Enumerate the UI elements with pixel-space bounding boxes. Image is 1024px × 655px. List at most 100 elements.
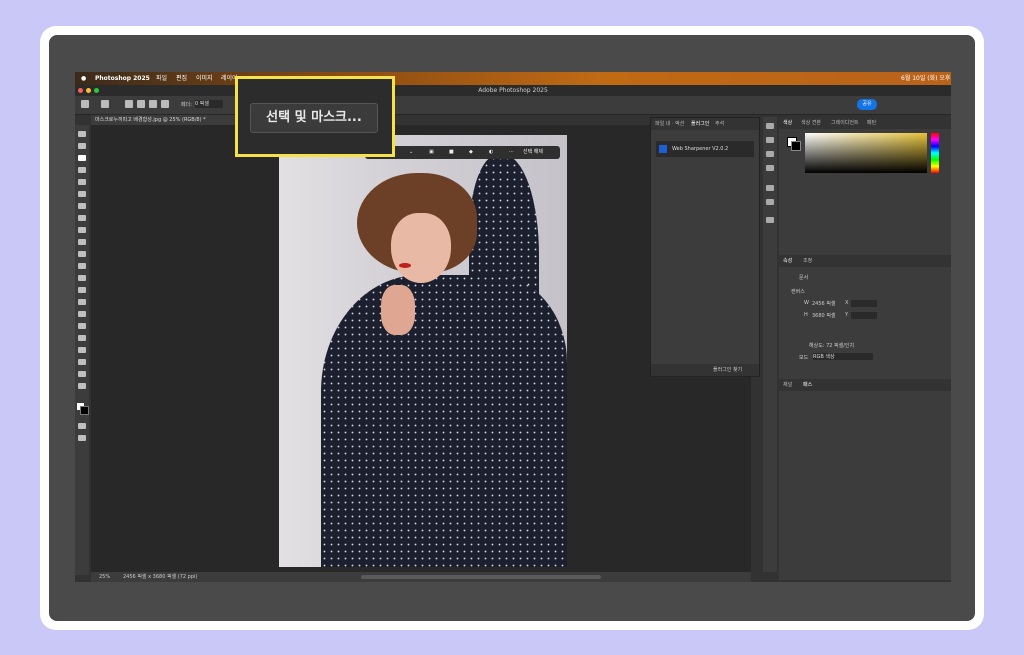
- figure-dress: [321, 275, 567, 567]
- tab-actions[interactable]: 액션: [675, 118, 684, 130]
- horizontal-scrollbar[interactable]: [361, 575, 601, 579]
- x-input[interactable]: [851, 300, 877, 307]
- y-label: Y: [845, 312, 849, 318]
- x-label: X: [845, 300, 849, 306]
- tab-comments[interactable]: 주석: [715, 118, 724, 130]
- width-value[interactable]: 2456 픽셀: [812, 300, 836, 307]
- plugin-web-sharpener[interactable]: Web Sharpener V2.0.2: [656, 141, 754, 157]
- document-tab-label: 마스크로누끼따고 배경합성.jpg @ 25% (RGB/8) *: [95, 117, 206, 123]
- tab-channels[interactable]: 채널: [783, 379, 792, 391]
- right-panels: 색상 색상 견본 그레이디언트 패턴 속성 조정 문서 캔버스 W 2456 픽…: [779, 117, 951, 580]
- mode-label: 모드: [799, 355, 809, 361]
- move-tool-icon[interactable]: [78, 131, 86, 137]
- menu-file[interactable]: 파일: [156, 72, 167, 85]
- home-icon[interactable]: [81, 100, 89, 108]
- find-plugins-link[interactable]: 플러그인 찾기: [713, 364, 742, 376]
- marquee-tool-icon[interactable]: [78, 143, 86, 149]
- play-icon[interactable]: [766, 137, 774, 143]
- hand-tool-icon[interactable]: [78, 359, 86, 365]
- more-options-icon[interactable]: ···: [509, 146, 514, 159]
- subtract-selection-icon[interactable]: [149, 100, 157, 108]
- path-select-icon[interactable]: [78, 335, 86, 341]
- zoom-tool-icon[interactable]: [78, 371, 86, 377]
- tab-patterns[interactable]: 패턴: [867, 117, 876, 129]
- dodge-tool-icon[interactable]: [78, 299, 86, 305]
- menu-image[interactable]: 이미지: [196, 72, 213, 85]
- color-picker-field[interactable]: [805, 133, 927, 173]
- tab-color[interactable]: 색상: [783, 117, 792, 129]
- healing-tool-icon[interactable]: [78, 215, 86, 221]
- add-selection-icon[interactable]: [137, 100, 145, 108]
- stamp-tool-icon[interactable]: [78, 239, 86, 245]
- invert-icon[interactable]: ■: [449, 146, 454, 159]
- height-value[interactable]: 3680 픽셀: [812, 312, 836, 319]
- more-tools-icon[interactable]: [78, 383, 86, 389]
- document-info: 2456 픽셀 x 3680 픽셀 (72 ppi): [123, 574, 198, 580]
- history-icon[interactable]: [766, 123, 774, 129]
- lasso-tool-icon[interactable]: [78, 155, 86, 161]
- new-selection-icon[interactable]: [125, 100, 133, 108]
- plugins-icon[interactable]: [766, 217, 774, 223]
- refine-icon[interactable]: ⌄: [409, 146, 413, 159]
- deselect-button[interactable]: 선택 해제: [523, 146, 543, 159]
- eraser-tool-icon[interactable]: [78, 263, 86, 269]
- libraries-icon[interactable]: [766, 151, 774, 157]
- object-select-tool-icon[interactable]: [78, 167, 86, 173]
- mac-menubar: ● Photoshop 2025 파일 편집 이미지 레이어 6월 10일 (화…: [75, 72, 951, 85]
- eyedropper-tool-icon[interactable]: [78, 203, 86, 209]
- properties-panel-tabs: 속성 조정: [779, 255, 951, 267]
- share-button[interactable]: 공유: [857, 99, 877, 110]
- figure-hand: [381, 285, 415, 335]
- tab-gradients[interactable]: 그레이디언트: [831, 117, 859, 129]
- frame-tool-icon[interactable]: [78, 191, 86, 197]
- close-window-button[interactable]: [78, 88, 83, 93]
- fill-icon[interactable]: ◆: [469, 146, 473, 159]
- plugin-label: Web Sharpener V2.0.2: [672, 146, 729, 152]
- background-color-swatch[interactable]: [80, 406, 89, 415]
- character-icon[interactable]: [766, 185, 774, 191]
- feather-input[interactable]: 0 픽셀: [195, 100, 223, 108]
- comment-icon[interactable]: [766, 165, 774, 171]
- plugin-icon: [659, 145, 667, 153]
- intersect-selection-icon[interactable]: [161, 100, 169, 108]
- brush-tool-icon[interactable]: [78, 227, 86, 233]
- minimize-window-button[interactable]: [86, 88, 91, 93]
- tab-swatches[interactable]: 색상 견본: [801, 117, 821, 129]
- quick-mask-icon[interactable]: [78, 423, 86, 429]
- y-input[interactable]: [851, 312, 877, 319]
- gradient-tool-icon[interactable]: [78, 275, 86, 281]
- blur-tool-icon[interactable]: [78, 287, 86, 293]
- zoom-window-button[interactable]: [94, 88, 99, 93]
- document-image[interactable]: [279, 135, 567, 567]
- menubar-clock: 6월 10일 (화) 오후: [901, 75, 951, 82]
- photoshop-screen: ● Photoshop 2025 파일 편집 이미지 레이어 6월 10일 (화…: [75, 72, 951, 582]
- mask-icon[interactable]: ◐: [489, 146, 493, 159]
- history-brush-icon[interactable]: [78, 251, 86, 257]
- layers-panel-tabs: 채널 패스: [779, 379, 951, 391]
- screen-mode-icon[interactable]: [78, 435, 86, 441]
- menu-edit[interactable]: 편집: [176, 72, 187, 85]
- tab-paths[interactable]: 패스: [803, 379, 812, 391]
- select-and-mask-button[interactable]: 선택 및 마스크...: [250, 103, 378, 133]
- hue-slider[interactable]: [931, 133, 939, 173]
- tab-in-file[interactable]: 파일 내 ·: [655, 118, 674, 130]
- canvas-section-label: 캔버스: [791, 289, 805, 295]
- zoom-level[interactable]: 25%: [99, 572, 110, 582]
- feather-label: 페더:: [181, 102, 192, 108]
- tab-adjustments[interactable]: 조정: [803, 255, 812, 267]
- apple-menu-icon[interactable]: ●: [81, 72, 86, 85]
- type-tool-icon[interactable]: [78, 323, 86, 329]
- document-tab[interactable]: 마스크로누끼따고 배경합성.jpg @ 25% (RGB/8) *: [91, 115, 235, 125]
- tab-properties[interactable]: 속성: [783, 255, 792, 267]
- shape-tool-icon[interactable]: [78, 347, 86, 353]
- modify-icon[interactable]: ▣: [429, 146, 434, 159]
- highlight-callout: 선택 및 마스크...: [235, 76, 395, 157]
- pen-tool-icon[interactable]: [78, 311, 86, 317]
- tab-plugins[interactable]: 플러그인: [691, 118, 709, 130]
- paragraph-icon[interactable]: [766, 199, 774, 205]
- lasso-preset-icon[interactable]: [101, 100, 109, 108]
- mode-select[interactable]: RGB 색상: [813, 353, 873, 360]
- color-background-swatch[interactable]: [791, 141, 801, 151]
- crop-tool-icon[interactable]: [78, 179, 86, 185]
- app-name-menu[interactable]: Photoshop 2025: [95, 72, 150, 85]
